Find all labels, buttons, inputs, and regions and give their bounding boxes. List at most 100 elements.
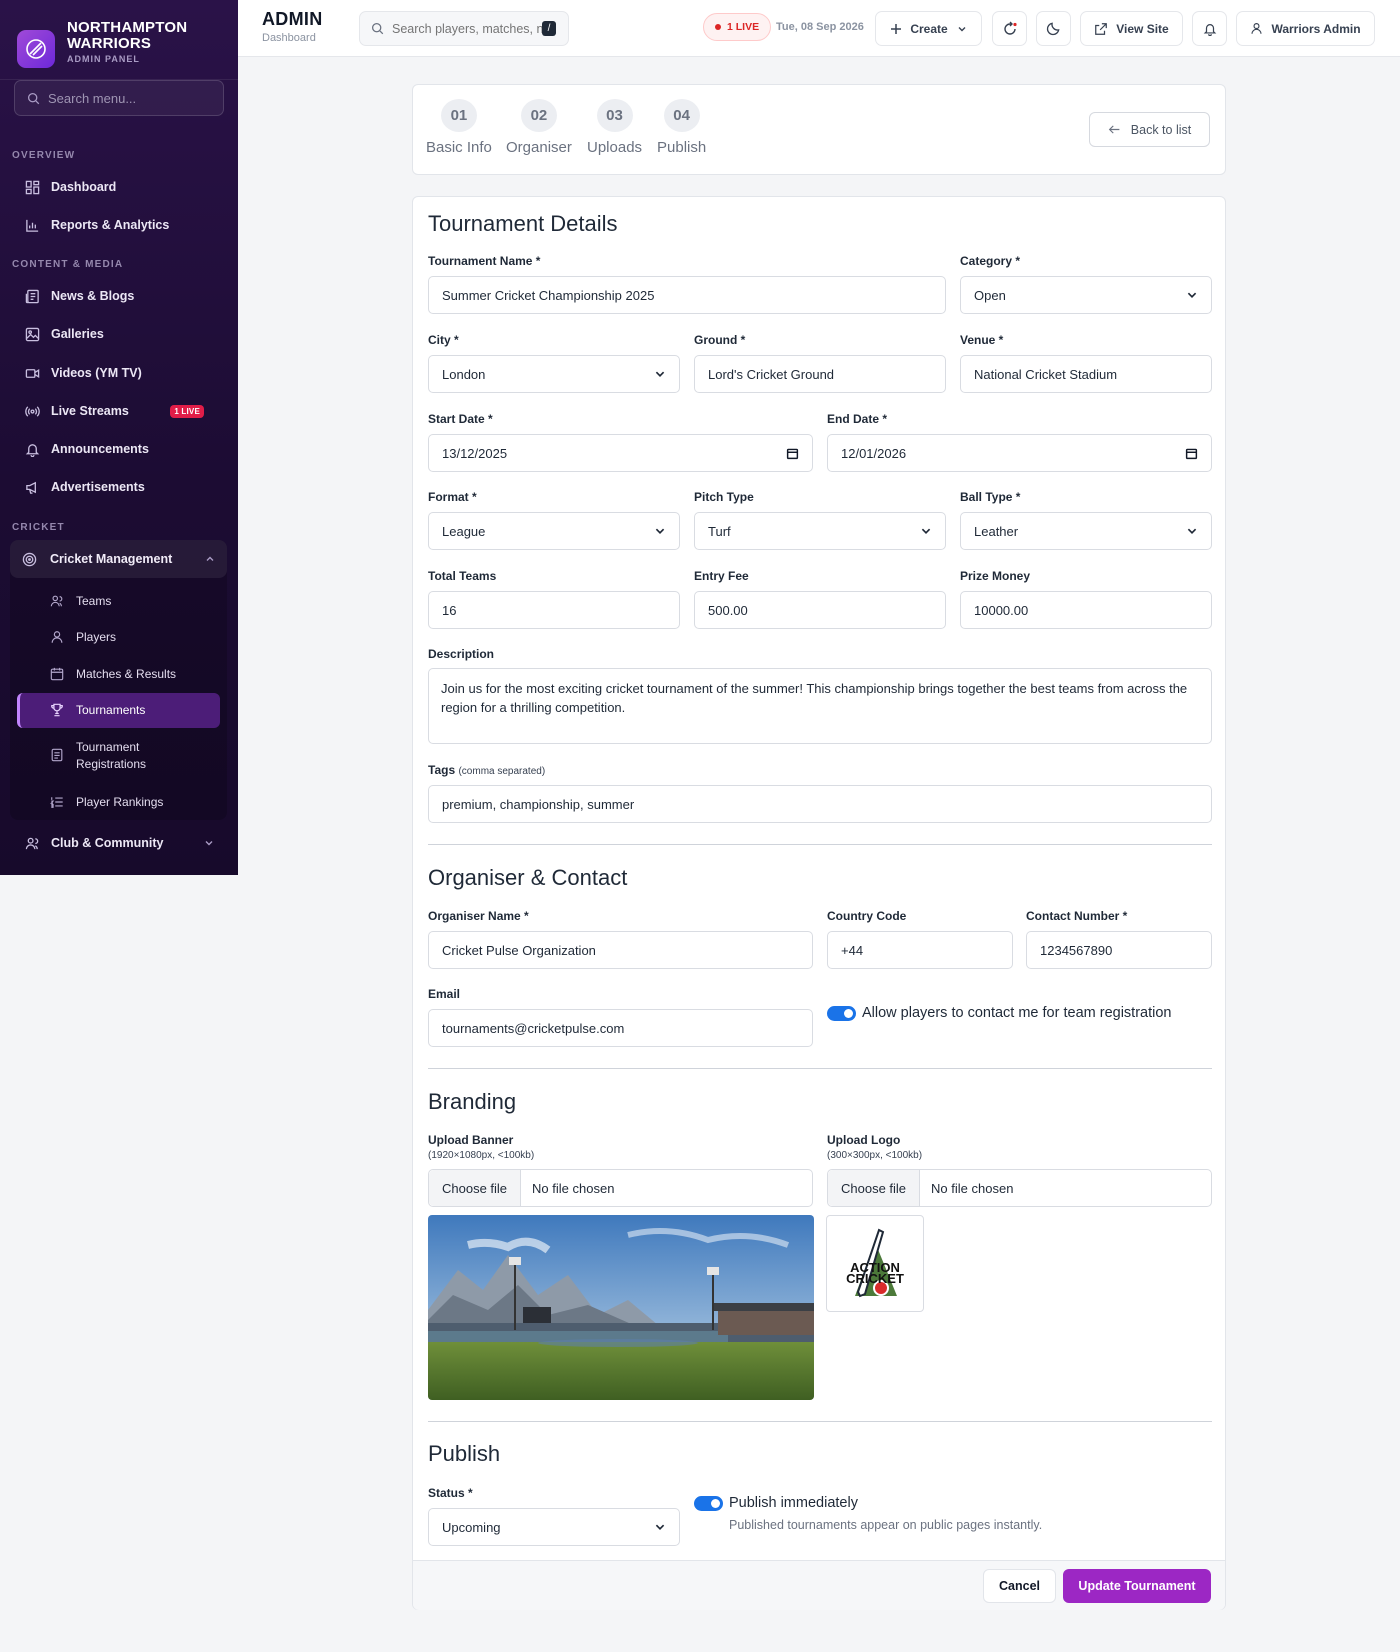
category-select[interactable]: Open: [960, 276, 1212, 314]
sidebar-item-reports[interactable]: Reports & Analytics: [12, 208, 226, 242]
step-organiser[interactable]: 02 Organiser: [506, 99, 572, 156]
contact-number-field[interactable]: 1234567890: [1026, 931, 1212, 969]
field-value: Leather: [974, 523, 1019, 539]
theme-toggle-button[interactable]: [1036, 11, 1071, 46]
notifications-feed-button[interactable]: [992, 11, 1027, 46]
section-cricket: CRICKET: [12, 522, 65, 533]
status-select[interactable]: Upcoming: [428, 1508, 680, 1546]
venue-field[interactable]: National Cricket Stadium: [960, 355, 1212, 393]
global-search[interactable]: /: [359, 11, 569, 46]
allow-contact-label: Allow players to contact me for team reg…: [862, 1005, 1172, 1021]
section-divider: [428, 1068, 1212, 1069]
view-site-button[interactable]: View Site: [1080, 11, 1183, 46]
field-value: 12/01/2026: [841, 445, 907, 461]
update-tournament-button[interactable]: Update Tournament: [1063, 1569, 1211, 1603]
calendar-icon[interactable]: [1185, 447, 1198, 460]
live-status-badge[interactable]: 1 LIVE: [703, 13, 772, 41]
breadcrumb[interactable]: Dashboard: [262, 32, 316, 44]
clipboard-icon: [50, 748, 64, 762]
field-value: Summer Cricket Championship 2025: [442, 287, 655, 303]
user-menu-button[interactable]: Warriors Admin: [1236, 11, 1375, 46]
prize-money-field[interactable]: 10000.00: [960, 591, 1212, 629]
sidebar-item-advertisements[interactable]: Advertisements: [12, 470, 226, 504]
sidebar-item-videos[interactable]: Videos (YM TV): [12, 356, 226, 390]
sidebar-item-club[interactable]: Club & Community: [12, 826, 226, 860]
sidebar-item-tournament-registrations[interactable]: Tournament Registrations: [50, 739, 220, 773]
step-publish[interactable]: 04 Publish: [657, 99, 706, 156]
field-value: Upcoming: [442, 1519, 501, 1535]
organiser-name-field[interactable]: Cricket Pulse Organization: [428, 931, 813, 969]
pitch-type-select[interactable]: Turf: [694, 512, 946, 550]
logo-file-input[interactable]: Choose file No file chosen: [827, 1169, 1212, 1207]
description-textarea[interactable]: Join us for the most exciting cricket to…: [428, 668, 1212, 744]
sidebar-search-input[interactable]: Search menu...: [14, 80, 224, 116]
banner-file-input[interactable]: Choose file No file chosen: [428, 1169, 813, 1207]
sidebar-item-galleries[interactable]: Galleries: [12, 317, 226, 351]
venue-label: Venue *: [960, 333, 1004, 347]
sidebar-item-matches[interactable]: Matches & Results: [50, 667, 220, 681]
cancel-button[interactable]: Cancel: [983, 1569, 1056, 1603]
form-stepper: 01 Basic Info 02 Organiser 03 Uploads 04…: [412, 84, 1226, 175]
create-button[interactable]: Create: [875, 11, 982, 46]
back-to-list-button[interactable]: Back to list: [1089, 112, 1210, 147]
sidebar-item-tournaments[interactable]: Tournaments: [50, 703, 220, 717]
sidebar-item-live-streams[interactable]: Live Streams 1 LIVE: [12, 394, 226, 428]
tournament-form: Tournament Details Tournament Name * Sum…: [412, 196, 1226, 1610]
upload-logo-hint: (300×300px, <100kb): [827, 1150, 923, 1161]
upload-banner-hint: (1920×1080px, <100kb): [428, 1150, 535, 1161]
global-search-input[interactable]: [392, 21, 542, 36]
sidebar-item-cricket-management[interactable]: Cricket Management: [10, 540, 227, 578]
sidebar-item-label: News & Blogs: [51, 289, 135, 303]
end-date-label: End Date *: [827, 412, 888, 426]
search-icon: [371, 22, 384, 35]
tags-field[interactable]: premium, championship, summer: [428, 785, 1212, 823]
refresh-alert-icon: [1002, 21, 1018, 37]
user-icon: [1250, 22, 1263, 35]
sidebar-item-dashboard[interactable]: Dashboard: [12, 170, 226, 204]
section-divider: [428, 844, 1212, 845]
sidebar-item-players[interactable]: Players: [50, 630, 220, 644]
end-date-field[interactable]: 12/01/2026: [827, 434, 1212, 472]
sidebar-item-teams[interactable]: Teams: [50, 594, 220, 608]
choose-file-button[interactable]: Choose file: [429, 1170, 522, 1206]
logo-preview-image: ACTION CRICKET: [826, 1215, 924, 1312]
live-dot-icon: [715, 24, 721, 30]
city-select[interactable]: London: [428, 355, 680, 393]
country-code-field[interactable]: +44: [827, 931, 1013, 969]
publish-hint: Published tournaments appear on public p…: [729, 1518, 1043, 1532]
choose-file-button[interactable]: Choose file: [828, 1170, 921, 1206]
section-content: CONTENT & MEDIA: [12, 259, 124, 270]
tournament-name-field[interactable]: Summer Cricket Championship 2025: [428, 276, 946, 314]
email-field[interactable]: tournaments@cricketpulse.com: [428, 1009, 813, 1047]
step-uploads[interactable]: 03 Uploads: [587, 99, 642, 156]
chevron-down-icon: [1186, 525, 1198, 537]
field-value: 1234567890: [1040, 942, 1113, 958]
total-teams-field[interactable]: 16: [428, 591, 680, 629]
start-date-label: Start Date *: [428, 412, 493, 426]
sidebar-item-label: Player Rankings: [76, 795, 164, 809]
start-date-field[interactable]: 13/12/2025: [428, 434, 813, 472]
bell-button[interactable]: [1192, 11, 1227, 46]
brand-name-line1: NORTHAMPTON: [67, 18, 188, 36]
brand[interactable]: NORTHAMPTON WARRIORS ADMIN PANEL: [0, 0, 238, 80]
tags-label-text: Tags: [428, 763, 456, 777]
sidebar-item-news[interactable]: News & Blogs: [12, 279, 226, 313]
sidebar-item-announcements[interactable]: Announcements: [12, 432, 226, 466]
ball-type-select[interactable]: Leather: [960, 512, 1212, 550]
sidebar-item-player-rankings[interactable]: Player Rankings: [50, 795, 220, 809]
description-label: Description: [428, 647, 495, 661]
step-basic-info[interactable]: 01 Basic Info: [426, 99, 492, 156]
allow-contact-toggle[interactable]: [827, 1006, 856, 1021]
entry-fee-field[interactable]: 500.00: [694, 591, 946, 629]
ground-field[interactable]: Lord's Cricket Ground: [694, 355, 946, 393]
sidebar-item-label: Registrations: [76, 757, 147, 771]
format-select[interactable]: League: [428, 512, 680, 550]
field-value: premium, championship, summer: [442, 796, 635, 812]
file-name: No file chosen: [532, 1180, 615, 1196]
field-value: Open: [974, 287, 1006, 303]
publish-immediately-toggle[interactable]: [694, 1496, 723, 1511]
calendar-icon[interactable]: [786, 447, 799, 460]
brand-subtitle: ADMIN PANEL: [67, 53, 140, 64]
bell-icon: [23, 440, 41, 458]
sidebar-item-label: Videos (YM TV): [51, 366, 142, 380]
